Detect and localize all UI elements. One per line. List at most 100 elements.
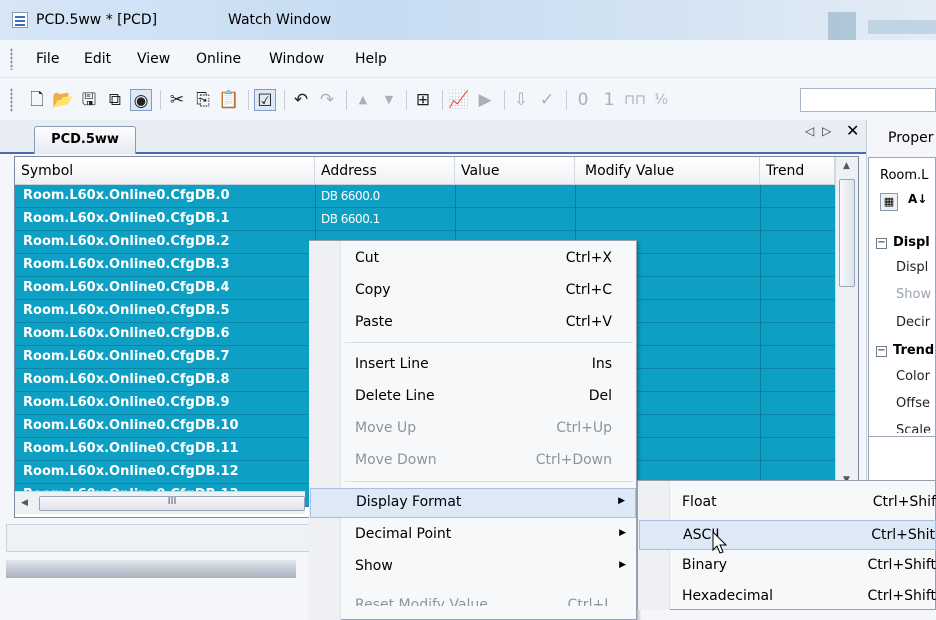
save-all-icon[interactable]: ⧉ — [104, 89, 126, 111]
move-down-icon[interactable]: ▼ — [378, 89, 400, 111]
submenu-item-float[interactable]: Float Ctrl+Shif — [639, 488, 936, 518]
column-header-trend[interactable]: Trend — [760, 157, 835, 185]
toolbar-grip[interactable] — [10, 88, 13, 112]
check-icon[interactable]: ✓ — [536, 89, 558, 111]
column-header-symbol[interactable]: Symbol — [15, 157, 315, 185]
submenu-arrow-icon: ▶ — [618, 496, 625, 506]
title-bar: PCD.5ww * [PCD] Watch Window — [0, 0, 936, 40]
horizontal-scrollbar[interactable]: ◀ III — [15, 491, 305, 514]
menubar-grip[interactable] — [10, 48, 13, 70]
download-icon[interactable]: ⇩ — [510, 89, 532, 111]
menu-item-reset-modify-value[interactable]: Reset Modify Value Ctrl+L — [310, 592, 636, 606]
tab-pcd5ww[interactable]: PCD.5ww — [34, 126, 136, 154]
symbol-cell: Room.L60x.Online0.CfgDB.8 — [23, 372, 230, 387]
tab-scroll-arrows[interactable]: ◁ ▷ — [805, 124, 833, 138]
property-item[interactable]: Color — [896, 369, 930, 384]
menu-item-paste[interactable]: Paste Ctrl+V — [310, 309, 636, 337]
format-one-button[interactable]: 1 — [598, 89, 620, 111]
grid-header: Symbol Address Value Modify Value Trend — [15, 157, 835, 185]
save-icon[interactable]: 🖫 — [78, 89, 100, 111]
online-icon[interactable]: ◉ — [130, 89, 152, 111]
toolbar-separator — [442, 90, 443, 110]
scroll-up-icon[interactable]: ▲ — [843, 161, 850, 171]
submenu-item-binary[interactable]: Binary Ctrl+Shift — [639, 551, 936, 581]
play-icon[interactable]: ▶ — [474, 89, 496, 111]
property-item[interactable]: Show — [896, 287, 931, 302]
watch-icon[interactable]: ⊞ — [412, 89, 434, 111]
menu-item-cut[interactable]: Cut Ctrl+X — [310, 245, 636, 273]
cell-divider — [760, 300, 761, 323]
submenu-item-hexadecimal[interactable]: Hexadecimal Ctrl+Shift — [639, 582, 936, 612]
collapse-icon[interactable]: − — [876, 238, 887, 249]
property-group-trend[interactable]: − Trend — [876, 343, 934, 358]
menu-item-show[interactable]: Show ▶ — [310, 553, 636, 581]
toolbar-separator — [346, 90, 347, 110]
properties-icon[interactable]: ☑ — [254, 89, 276, 111]
properties-object-name[interactable]: Room.L — [880, 168, 928, 183]
format-zero-button[interactable]: 0 — [572, 89, 594, 111]
menu-item-delete-line[interactable]: Delete Line Del — [310, 383, 636, 411]
format-percent-button[interactable]: ⅟₀ — [650, 89, 672, 111]
cell-divider — [455, 185, 456, 208]
table-row[interactable]: Room.L60x.Online0.CfgDB.1 DB 6600.1 — [15, 208, 835, 231]
property-item[interactable]: Offse — [896, 396, 930, 411]
categorized-icon[interactable]: ▦ — [880, 193, 898, 211]
lower-panel-edge — [6, 560, 296, 578]
menu-view[interactable]: View — [135, 51, 172, 67]
menu-item-copy[interactable]: Copy Ctrl+C — [310, 277, 636, 305]
property-item[interactable]: Decir — [896, 315, 930, 330]
column-header-modify-value[interactable]: Modify Value — [575, 157, 760, 185]
menu-item-move-up[interactable]: Move Up Ctrl+Up — [310, 415, 636, 443]
menu-item-insert-line[interactable]: Insert Line Ins — [310, 351, 636, 379]
alphabetical-icon[interactable]: A↓ — [908, 192, 927, 206]
symbol-cell: Room.L60x.Online0.CfgDB.0 — [23, 188, 230, 203]
menu-separator — [345, 342, 633, 343]
submenu-arrow-icon: ▶ — [619, 560, 626, 570]
menu-edit[interactable]: Edit — [82, 51, 113, 67]
close-icon[interactable]: ✕ — [846, 121, 859, 140]
toolbar-separator — [248, 90, 249, 110]
horizontal-scroll-thumb[interactable]: III — [39, 496, 305, 511]
menu-item-decimal-point[interactable]: Decimal Point ▶ — [310, 521, 636, 549]
menu-item-display-format[interactable]: Display Format ▶ — [310, 488, 636, 518]
toolbar-separator — [406, 90, 407, 110]
menu-window[interactable]: Window — [267, 51, 326, 67]
cell-divider — [760, 277, 761, 300]
column-header-value[interactable]: Value — [455, 157, 575, 185]
submenu-arrow-icon: ▶ — [619, 528, 626, 538]
toolbar-input[interactable] — [800, 88, 936, 112]
vertical-scroll-thumb[interactable] — [839, 179, 855, 287]
copy-icon[interactable]: ⎘ — [192, 89, 214, 111]
paste-icon[interactable]: 📋 — [218, 89, 240, 111]
property-group-display[interactable]: − Displ — [876, 235, 930, 250]
format-pulse-button[interactable]: ⊓⊓ — [624, 89, 646, 111]
menu-item-move-down[interactable]: Move Down Ctrl+Down — [310, 447, 636, 475]
property-item[interactable]: Displ — [896, 260, 928, 275]
menu-file[interactable]: File — [34, 51, 61, 67]
open-icon[interactable]: 📂 — [52, 89, 74, 111]
symbol-cell: Room.L60x.Online0.CfgDB.11 — [23, 441, 239, 456]
table-row[interactable]: Room.L60x.Online0.CfgDB.0 DB 6600.0 — [15, 185, 835, 208]
menu-help[interactable]: Help — [353, 51, 389, 67]
property-item[interactable]: Scale — [896, 423, 931, 433]
toolbar-separator — [284, 90, 285, 110]
title-decoration — [828, 12, 856, 40]
trend-icon[interactable]: 📈 — [448, 89, 470, 111]
scroll-left-icon[interactable]: ◀ — [21, 498, 28, 508]
submenu-item-ascii[interactable]: ASCII Ctrl+Shit — [639, 520, 936, 550]
column-header-address[interactable]: Address — [315, 157, 455, 185]
cell-divider — [760, 231, 761, 254]
title-decoration — [868, 20, 936, 34]
cell-divider — [760, 346, 761, 369]
symbol-cell: Room.L60x.Online0.CfgDB.6 — [23, 326, 230, 341]
undo-icon[interactable]: ↶ — [290, 89, 312, 111]
move-up-icon[interactable]: ▲ — [352, 89, 374, 111]
new-icon[interactable]: 🗋 — [26, 89, 48, 111]
window-title: Watch Window — [228, 12, 332, 28]
vertical-scrollbar[interactable]: ▲ ▼ — [835, 157, 858, 489]
collapse-icon[interactable]: − — [876, 346, 887, 357]
toolbar: 🗋 📂 🖫 ⧉ ◉ ✂ ⎘ 📋 ☑ ↶ ↷ ▲ ▼ ⊞ 📈 ▶ ⇩ ✓ 0 1 … — [0, 78, 936, 120]
menu-online[interactable]: Online — [194, 51, 243, 67]
cut-icon[interactable]: ✂ — [166, 89, 188, 111]
redo-icon[interactable]: ↷ — [316, 89, 338, 111]
